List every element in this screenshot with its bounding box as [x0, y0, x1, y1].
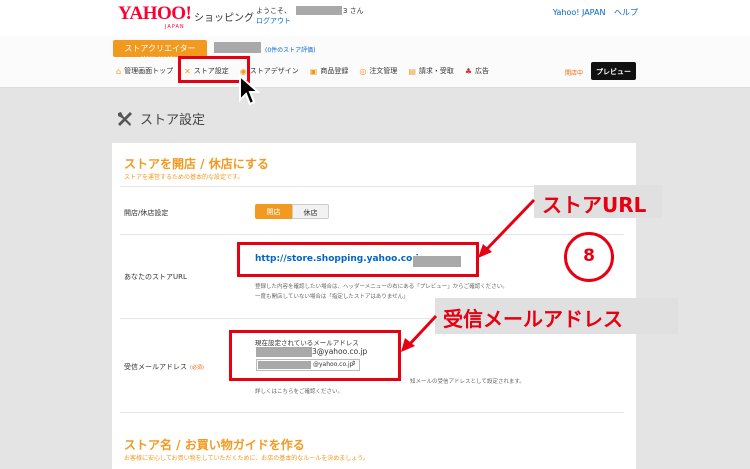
url-arrow-line [483, 198, 536, 253]
annotation-arrows [401, 198, 536, 352]
mail-arrow-line [406, 314, 438, 348]
